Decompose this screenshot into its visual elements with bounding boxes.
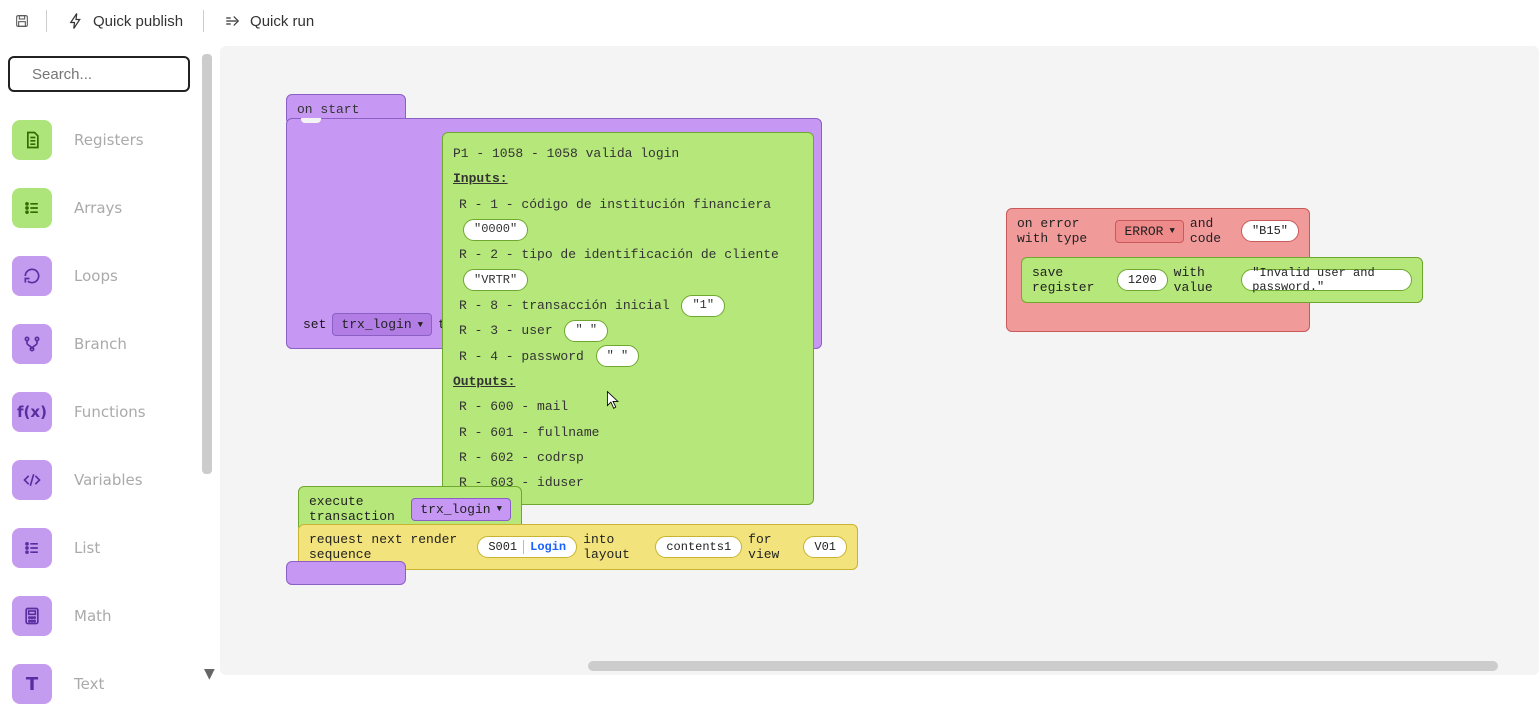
outputs-label: Outputs:: [453, 374, 515, 389]
quick-publish-button[interactable]: Quick publish: [57, 8, 193, 34]
input-value-1[interactable]: "VRTR": [463, 269, 528, 291]
list-icon: [12, 528, 52, 568]
blocks-canvas[interactable]: on start set trx_login▼ to P1 - 1058 - 1…: [220, 46, 1539, 675]
sidebar-item-list[interactable]: List: [6, 514, 192, 582]
on-start-tail[interactable]: [286, 561, 406, 585]
render-view-input[interactable]: V01: [803, 536, 847, 558]
render-label: request next render sequence: [309, 532, 467, 562]
save-register-value[interactable]: "Invalid user and password.": [1241, 269, 1412, 291]
save-register-label: save register: [1032, 265, 1107, 295]
on-error-label: on error with type: [1017, 216, 1109, 246]
exec-var-dropdown[interactable]: trx_login▼: [411, 498, 511, 521]
code-icon: [12, 460, 52, 500]
sidebar-item-label: Variables: [74, 471, 143, 489]
quick-run-label: Quick run: [250, 13, 314, 30]
calculator-icon: [12, 596, 52, 636]
sidebar-item-label: Text: [74, 675, 104, 693]
sidebar-item-functions[interactable]: f(x) Functions: [6, 378, 192, 446]
sidebar-item-math[interactable]: Math: [6, 582, 192, 650]
sidebar-item-label: Branch: [74, 335, 127, 353]
sidebar-scrollbar[interactable]: [200, 50, 214, 670]
input-value-2[interactable]: "1": [681, 295, 725, 317]
sidebar-item-branch[interactable]: Branch: [6, 310, 192, 378]
input-value-0[interactable]: "0000": [463, 219, 528, 241]
sidebar-item-label: Arrays: [74, 199, 122, 217]
loop-icon: [12, 256, 52, 296]
sidebar-item-registers[interactable]: Registers: [6, 106, 192, 174]
canvas-horizontal-scrollbar[interactable]: [588, 661, 1498, 671]
branch-icon: [12, 324, 52, 364]
sidebar: Registers Arrays Loops Branch f(x) Funct…: [0, 46, 198, 685]
sidebar-item-label: Functions: [74, 403, 146, 421]
search-box[interactable]: [8, 56, 190, 92]
sidebar-item-arrays[interactable]: Arrays: [6, 174, 192, 242]
on-error-block[interactable]: on error with type ERROR▼ and code "B15"…: [1006, 208, 1310, 332]
list-icon: [12, 188, 52, 228]
comment-title: P1 - 1058 - 1058 valida login: [453, 141, 803, 166]
error-code-input[interactable]: "B15": [1241, 220, 1299, 242]
save-button[interactable]: [8, 7, 36, 35]
input-value-3[interactable]: " ": [564, 320, 608, 342]
transaction-definition-block[interactable]: P1 - 1058 - 1058 valida login Inputs: R …: [442, 132, 814, 505]
quick-run-button[interactable]: Quick run: [214, 8, 324, 34]
render-sequence-input[interactable]: S001 Login: [477, 536, 577, 558]
inputs-label: Inputs:: [453, 171, 508, 186]
set-label: set: [303, 317, 326, 332]
error-type-dropdown[interactable]: ERROR▼: [1115, 220, 1183, 243]
sidebar-item-label: Math: [74, 607, 112, 625]
execute-label: execute transaction: [309, 494, 405, 524]
save-register-block[interactable]: save register 1200 with value "Invalid u…: [1021, 257, 1423, 303]
sidebar-item-text[interactable]: T Text: [6, 650, 192, 718]
document-icon: [12, 120, 52, 160]
function-icon: f(x): [12, 392, 52, 432]
render-layout-input[interactable]: contents1: [655, 536, 742, 558]
sidebar-item-label: List: [74, 539, 100, 557]
sidebar-item-loops[interactable]: Loops: [6, 242, 192, 310]
quick-publish-label: Quick publish: [93, 13, 183, 30]
var-dropdown-trx-login[interactable]: trx_login▼: [332, 313, 432, 336]
sidebar-item-variables[interactable]: Variables: [6, 446, 192, 514]
sidebar-item-label: Registers: [74, 131, 144, 149]
save-register-num[interactable]: 1200: [1117, 269, 1168, 291]
text-icon: T: [12, 664, 52, 704]
sidebar-item-label: Loops: [74, 267, 118, 285]
input-value-4[interactable]: " ": [596, 345, 640, 367]
